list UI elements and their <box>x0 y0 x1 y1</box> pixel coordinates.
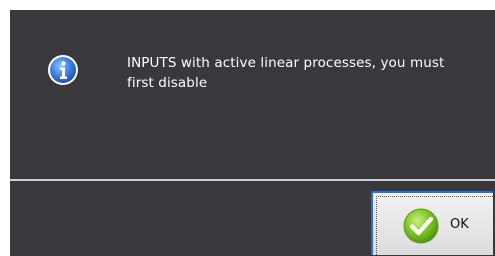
button-area: OK <box>10 181 495 256</box>
ok-button-label: OK <box>450 217 469 232</box>
info-icon <box>47 54 79 86</box>
dialog-message: INPUTS with active linear processes, you… <box>127 55 445 91</box>
ok-button[interactable]: OK <box>371 191 493 255</box>
message-area: INPUTS with active linear processes, you… <box>10 10 495 178</box>
check-icon <box>402 207 440 245</box>
message-dialog: INPUTS with active linear processes, you… <box>10 10 495 256</box>
